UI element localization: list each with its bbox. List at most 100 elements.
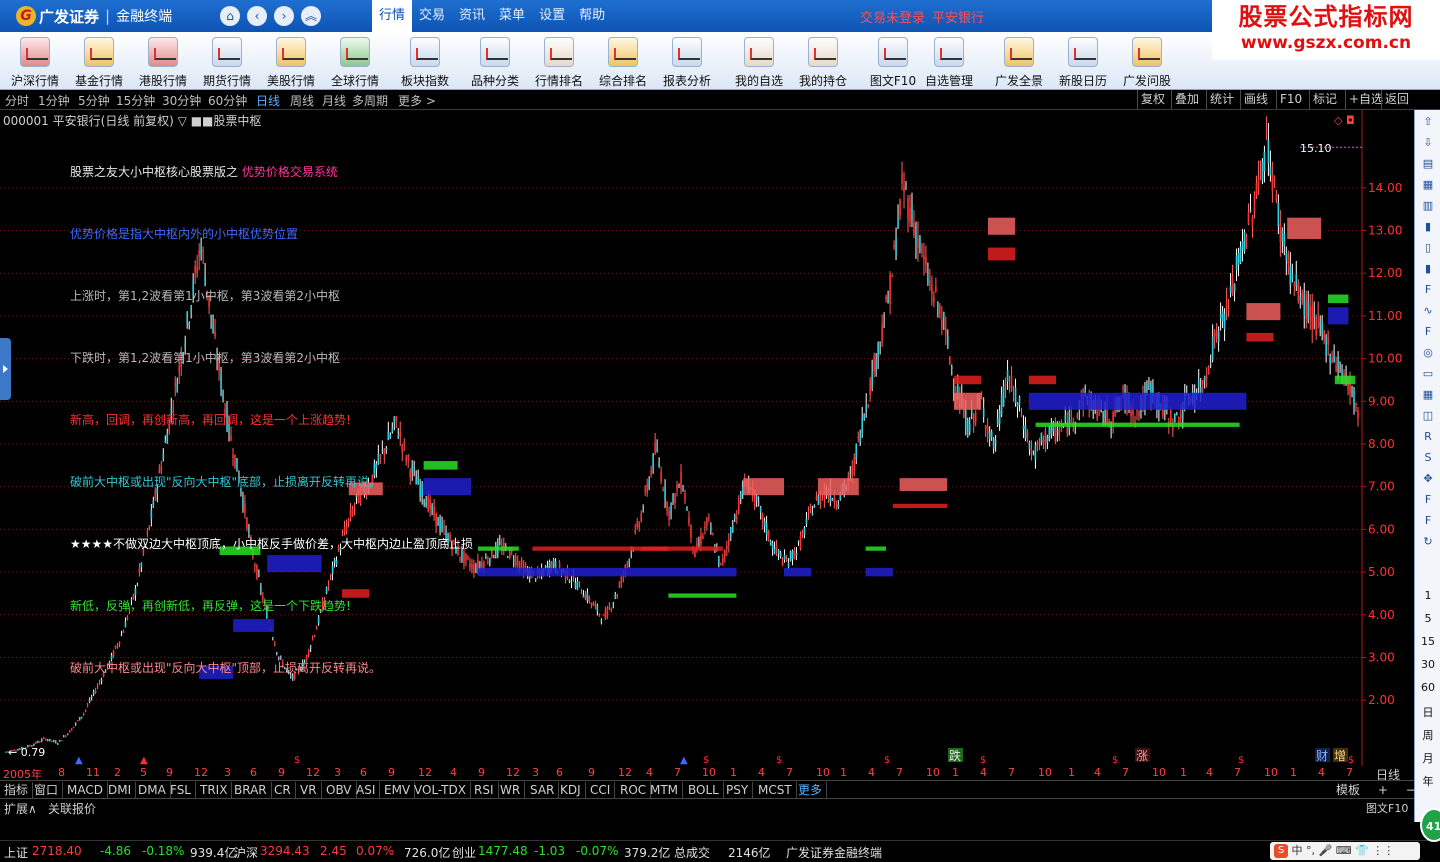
indicator-tab[interactable]: BRAR — [234, 782, 272, 798]
menu-trade[interactable]: 交易 — [412, 0, 452, 32]
toolbar-report-analysis-button[interactable]: 报表分析 — [656, 35, 718, 89]
toolbar-composite-ranking-button[interactable]: 综合排名 — [592, 35, 654, 89]
toolbar-category-button[interactable]: 品种分类 — [464, 35, 526, 89]
ime-keyboard-icon[interactable]: ⌨ — [1336, 844, 1352, 857]
period-tab[interactable]: 月线 — [322, 92, 346, 109]
period-shortcut[interactable]: 日 — [1417, 704, 1439, 720]
notification-badge[interactable]: 41 — [1420, 808, 1440, 842]
split-icon[interactable]: ◫ — [1419, 408, 1437, 424]
ime-toolbar[interactable]: S 中 °, 🎤 ⌨ 👕 ⋮⋮ — [1270, 842, 1420, 860]
toolbar-ranking-button[interactable]: 行情排名 — [528, 35, 590, 89]
indicator-tab[interactable]: OBV — [326, 782, 357, 798]
chart-tool-button[interactable]: 画线 — [1240, 90, 1268, 109]
indicator-tab[interactable]: SAR — [530, 782, 560, 798]
period-shortcut[interactable]: 60 — [1417, 681, 1439, 694]
period-tab[interactable]: 更多 > — [398, 92, 436, 109]
indicator-tab[interactable]: VR — [300, 782, 322, 798]
toolbar-sector-index-button[interactable]: 板块指数 — [394, 35, 456, 89]
period-shortcut[interactable]: 1 — [1417, 589, 1439, 602]
indicator-tab[interactable]: 指标 — [4, 782, 34, 798]
indicator-tab[interactable]: PSY — [726, 782, 754, 798]
indicator-tab[interactable]: VOL-TDX — [414, 782, 471, 798]
home-icon[interactable]: ⌂ — [220, 6, 240, 26]
grid-icon[interactable]: ▦ — [1419, 177, 1437, 193]
toolbar-fund-quotes-button[interactable]: 基金行情 — [68, 35, 130, 89]
f6-icon[interactable]: F — [1419, 513, 1437, 529]
ime-skin-icon[interactable]: 👕 — [1355, 844, 1369, 857]
toolbar-my-holdings-button[interactable]: 我的持仓 — [792, 35, 854, 89]
f2-icon[interactable]: F — [1419, 282, 1437, 298]
page-icon[interactable]: ▭ — [1419, 366, 1437, 382]
list-icon[interactable]: ▤ — [1419, 156, 1437, 172]
rsi-icon[interactable]: R — [1419, 429, 1437, 445]
loop-icon[interactable]: ◎ — [1419, 345, 1437, 361]
chart-tool-button[interactable]: 叠加 — [1171, 90, 1199, 109]
period-tab[interactable]: 15分钟 — [116, 92, 155, 109]
side-expand-handle[interactable] — [0, 338, 11, 400]
related-quotes-button[interactable]: 关联报价 — [48, 800, 96, 817]
chart-tool-button[interactable]: +自选 — [1345, 90, 1383, 109]
toolbar-my-watchlist-button[interactable]: 我的自选 — [728, 35, 790, 89]
period-tab[interactable]: 多周期 — [352, 92, 388, 109]
f12-icon[interactable]: F — [1419, 324, 1437, 340]
ime-mode[interactable]: 中 — [1292, 844, 1303, 857]
candle-icon[interactable]: ▮ — [1419, 219, 1437, 235]
remove-window-button[interactable]: − — [1406, 783, 1416, 797]
grid2-icon[interactable]: ▦ — [1419, 387, 1437, 403]
toolbar-futures-quotes-button[interactable]: 期货行情 — [196, 35, 258, 89]
toolbar-us-quotes-button[interactable]: 美股行情 — [260, 35, 322, 89]
chart-tool-button[interactable]: 返回 — [1381, 90, 1409, 109]
period-tab[interactable]: 日线 — [256, 92, 280, 109]
indicator-tab[interactable]: DMA — [138, 782, 171, 798]
indicator-tab[interactable]: TRIX — [200, 782, 233, 798]
chart-tool-button[interactable]: 复权 — [1137, 90, 1165, 109]
toolbar-hk-quotes-button[interactable]: 港股行情 — [132, 35, 194, 89]
add-window-button[interactable]: + — [1378, 783, 1388, 797]
indicator-tab[interactable]: ROC — [620, 782, 652, 798]
indicator-tab[interactable]: ASI — [356, 782, 381, 798]
period-tab[interactable]: 周线 — [290, 92, 314, 109]
indicator-tab[interactable]: RSI — [474, 782, 499, 798]
indicator-tab[interactable]: BOLL — [688, 782, 724, 798]
indicator-tab[interactable]: MTM — [650, 782, 684, 798]
down-arrow-icon[interactable]: ⇩ — [1419, 135, 1437, 151]
period-tab[interactable]: 5分钟 — [78, 92, 110, 109]
indicator-tab[interactable]: CR — [274, 782, 296, 798]
toolbar-watchlist-manage-button[interactable]: 自选管理 — [918, 35, 980, 89]
toolbar-global-quotes-button[interactable]: 全球行情 — [324, 35, 386, 89]
period-shortcut[interactable]: 周 — [1417, 727, 1439, 743]
toolbar-gf-panorama-button[interactable]: 广发全景 — [988, 35, 1050, 89]
period-shortcut[interactable]: 30 — [1417, 658, 1439, 671]
period-tab[interactable]: 30分钟 — [162, 92, 201, 109]
toolbar-gf-ask-button[interactable]: 广发问股 — [1116, 35, 1178, 89]
toolbar-ipo-calendar-button[interactable]: 新股日历 — [1052, 35, 1114, 89]
period-tab[interactable]: 分时 — [5, 92, 29, 109]
ime-tools-icon[interactable]: ⋮⋮ — [1372, 844, 1394, 857]
template-button[interactable]: 模板 — [1336, 783, 1360, 797]
f5-icon[interactable]: F — [1419, 492, 1437, 508]
expand-button[interactable]: 扩展∧ — [4, 800, 37, 817]
indicator-tab[interactable]: WR — [500, 782, 526, 798]
table-icon[interactable]: ▥ — [1419, 198, 1437, 214]
menu-news[interactable]: 资讯 — [452, 0, 492, 32]
indicator-tab[interactable]: MACD — [67, 782, 108, 798]
period-shortcut[interactable]: 15 — [1417, 635, 1439, 648]
chart-tool-button[interactable]: 统计 — [1206, 90, 1234, 109]
indicator-tab[interactable]: KDJ — [560, 782, 586, 798]
refresh-icon[interactable]: ↻ — [1419, 534, 1437, 550]
period-shortcut[interactable]: 5 — [1417, 612, 1439, 625]
indicator-tab[interactable]: FSL — [170, 782, 196, 798]
ime-punct-icon[interactable]: °, — [1306, 844, 1315, 857]
toolbar-f10-button[interactable]: 图文F10 — [862, 35, 924, 89]
move-icon[interactable]: ✥ — [1419, 471, 1437, 487]
period-shortcut[interactable]: 年 — [1417, 773, 1439, 789]
s-icon[interactable]: S — [1419, 450, 1437, 466]
indicator-tab[interactable]: EMV — [384, 782, 416, 798]
kline-chart[interactable]: 14.0013.0012.0011.0010.009.008.007.006.0… — [0, 110, 1440, 786]
toolbar-shsz-quotes-button[interactable]: 沪深行情 — [4, 35, 66, 89]
period-tab[interactable]: 1分钟 — [38, 92, 70, 109]
menu-quotes[interactable]: 行情 — [372, 0, 413, 32]
menu-help[interactable]: 帮助 — [572, 0, 612, 32]
collapse-icon[interactable]: ︽ — [301, 6, 321, 26]
forward-icon[interactable]: › — [274, 6, 294, 26]
